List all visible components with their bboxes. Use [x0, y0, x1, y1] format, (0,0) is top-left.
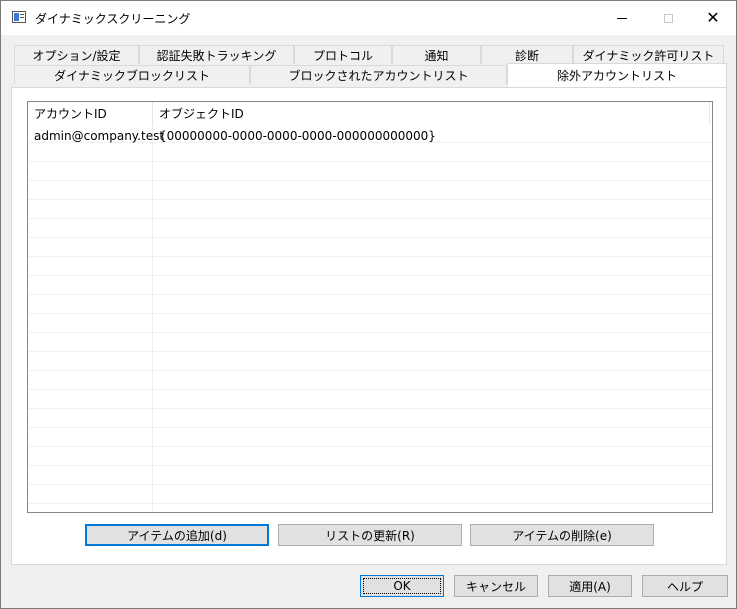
- title-bar[interactable]: ダイナミックスクリーニング ✕: [1, 1, 736, 35]
- list-rows: [28, 124, 712, 512]
- tab-diagnostics[interactable]: 診断: [481, 45, 573, 64]
- add-item-button[interactable]: アイテムの追加(d): [85, 524, 269, 546]
- app-window-icon: [12, 11, 26, 23]
- excluded-account-listview[interactable]: アカウントID オブジェクトID admin@company.test {000…: [27, 101, 713, 513]
- tab-panel: アカウントID オブジェクトID admin@company.test {000…: [11, 87, 727, 565]
- tab-dynamic-allow-list[interactable]: ダイナミック許可リスト: [573, 45, 724, 64]
- list-header: アカウントID オブジェクトID: [28, 102, 712, 124]
- table-row[interactable]: admin@company.test {00000000-0000-0000-0…: [28, 127, 712, 145]
- window-title: ダイナミックスクリーニング: [35, 12, 191, 26]
- row-object-id: {00000000-0000-0000-0000-000000000000}: [159, 129, 436, 143]
- tab-options[interactable]: オプション/設定: [14, 45, 139, 64]
- close-button[interactable]: ✕: [690, 1, 736, 35]
- column-header-account-id[interactable]: アカウントID: [28, 102, 153, 124]
- dialog-window: ダイナミックスクリーニング ✕ オプション/設定 認証失敗トラッキング プロトコ…: [0, 0, 737, 609]
- maximize-icon: [663, 13, 673, 23]
- help-button[interactable]: ヘルプ: [642, 575, 728, 597]
- tab-blocked-account-list[interactable]: ブロックされたアカウントリスト: [250, 65, 507, 84]
- column-header-object-id[interactable]: オブジェクトID: [153, 102, 710, 124]
- close-icon: ✕: [706, 8, 720, 27]
- refresh-list-button[interactable]: リストの更新(R): [278, 524, 462, 546]
- delete-item-button[interactable]: アイテムの削除(e): [470, 524, 654, 546]
- maximize-button[interactable]: [645, 1, 691, 35]
- minimize-button[interactable]: [599, 1, 645, 35]
- ok-button[interactable]: OK: [360, 575, 444, 597]
- row-account-id: admin@company.test: [34, 129, 165, 143]
- tab-auth-failure-tracking[interactable]: 認証失敗トラッキング: [139, 45, 294, 64]
- minimize-icon: [617, 17, 627, 19]
- tab-protocol[interactable]: プロトコル: [294, 45, 392, 64]
- tab-dynamic-block-list[interactable]: ダイナミックブロックリスト: [14, 65, 250, 84]
- tab-notification[interactable]: 通知: [392, 45, 481, 64]
- cancel-button[interactable]: キャンセル: [454, 575, 538, 597]
- apply-button[interactable]: 適用(A): [548, 575, 632, 597]
- tab-excluded-account-list[interactable]: 除外アカウントリスト: [507, 63, 727, 87]
- column-divider: [152, 124, 153, 512]
